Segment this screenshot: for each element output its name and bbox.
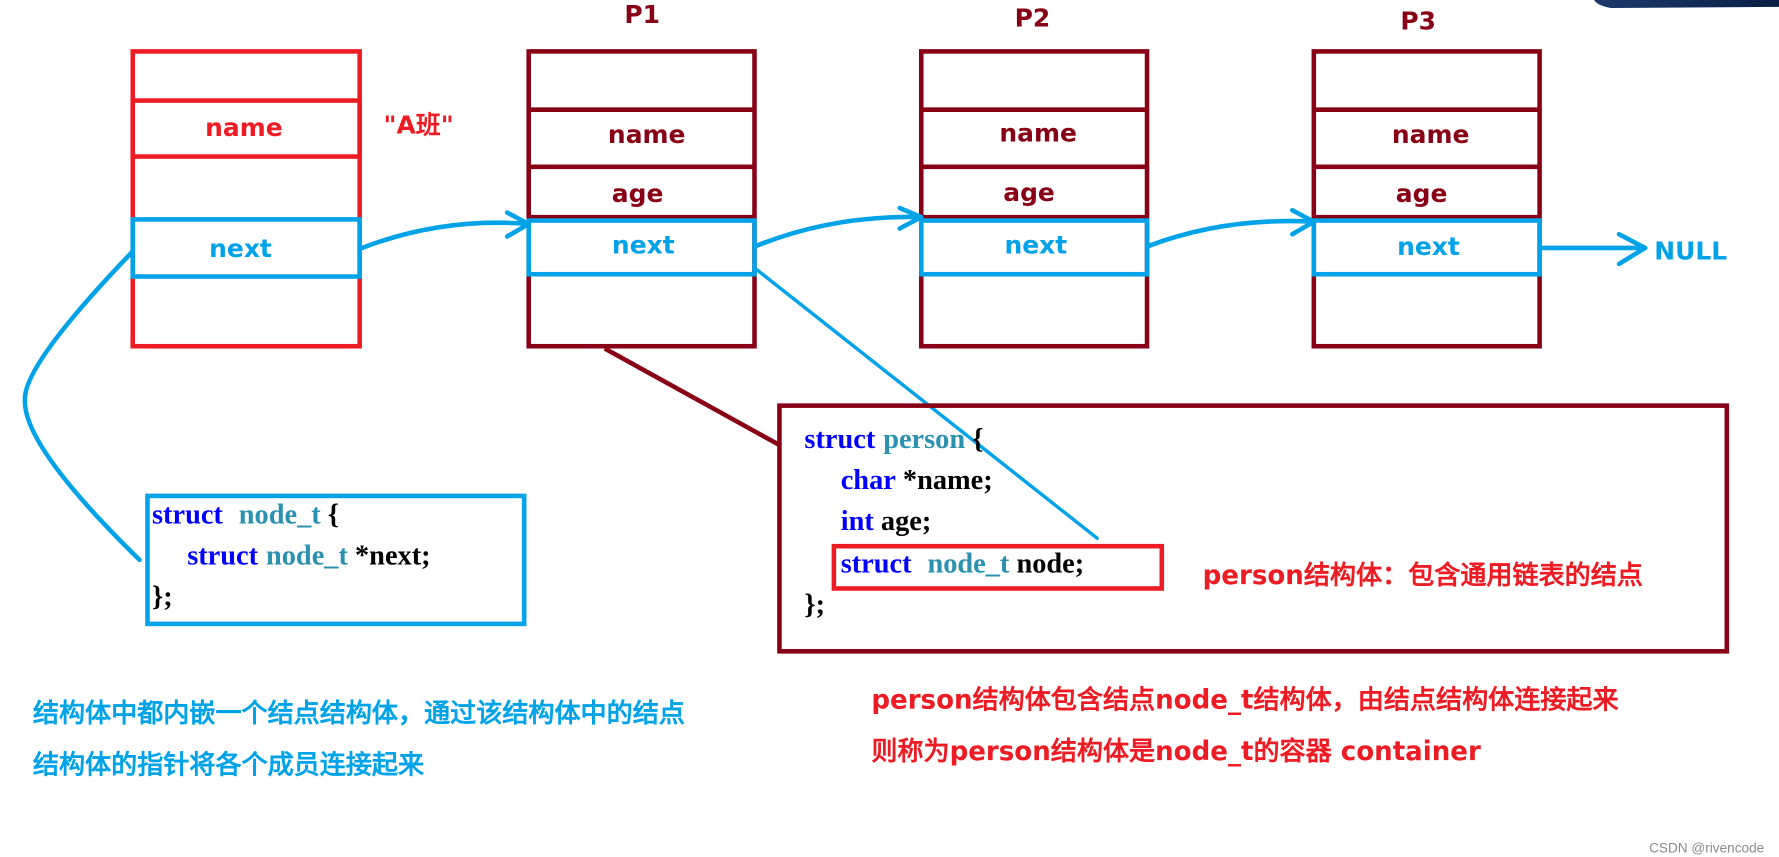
- null-label: NULL: [1654, 236, 1727, 265]
- code-line: int age;: [841, 506, 932, 537]
- node-title: P3: [1400, 7, 1436, 36]
- code-type: person: [883, 424, 965, 455]
- link-arrow-head-to-p1: [359, 220, 531, 251]
- code-line: char *name;: [841, 465, 993, 496]
- linked-list-diagram: name next "A班" P1 name age next P2 name …: [22, 0, 1779, 855]
- caption-right-line1: person结构体包含结点node_t结构体，由结点结构体连接起来: [871, 684, 1619, 715]
- node-age-label: age: [1003, 178, 1055, 207]
- link-arrow-p2-to-p3: [1147, 218, 1317, 248]
- node-age-label: age: [612, 179, 664, 208]
- caption-right-line2: 则称为person结构体是node_t的容器 container: [871, 736, 1481, 767]
- code-keyword: struct: [804, 424, 875, 455]
- node_t-struct-box: struct node_t { struct node_t *next; };: [145, 493, 527, 627]
- node-next-label: next: [1005, 231, 1068, 260]
- node-age-label: age: [1396, 179, 1448, 208]
- watermark: CSDN @rivencode: [1649, 840, 1764, 855]
- banner-fragment: [1594, 0, 1779, 8]
- code-line: };: [152, 582, 173, 613]
- node-name-label: name: [1392, 120, 1470, 149]
- code-keyword: char: [841, 465, 896, 496]
- code-type: node_t: [239, 499, 321, 530]
- code-line: struct person {: [804, 424, 983, 455]
- code-line: struct node_t node;: [841, 548, 1084, 579]
- node-next-label: next: [1397, 232, 1460, 261]
- node-p2: P2 name age next: [918, 3, 1150, 349]
- link-arrow-p1-to-p2: [754, 214, 924, 248]
- code-type: node_t: [927, 548, 1009, 579]
- node-next-label: next: [612, 231, 675, 260]
- head-next-label: next: [209, 234, 272, 263]
- code-line: };: [804, 590, 825, 621]
- caption-left-line2: 结构体的指针将各个成员连接起来: [33, 750, 425, 781]
- node-p3: P3 name age next: [1311, 7, 1542, 349]
- code-line: struct node_t {: [152, 499, 339, 530]
- caption-left-line1: 结构体中都内嵌一个结点结构体，通过该结构体中的结点: [33, 698, 685, 729]
- head-node: name next: [130, 49, 362, 349]
- head-name-value: "A班": [383, 111, 453, 140]
- code-keyword: int: [841, 506, 875, 537]
- connector-p1-to-person-struct: [603, 346, 782, 448]
- node-title: P2: [1015, 3, 1051, 32]
- connector-head-next-to-node_t: [22, 249, 142, 563]
- code-line: struct node_t *next;: [187, 540, 430, 571]
- node-name-label: name: [608, 120, 686, 149]
- person-struct-box: struct person { char *name; int age; stru…: [777, 403, 1730, 654]
- code-type: node_t: [266, 540, 348, 571]
- node-name-label: name: [999, 119, 1077, 148]
- person-note: person结构体：包含通用链表的结点: [1203, 560, 1643, 591]
- head-name-label: name: [205, 113, 283, 142]
- node-title: P1: [624, 0, 660, 29]
- code-keyword: struct: [841, 548, 912, 579]
- code-keyword: struct: [187, 540, 258, 571]
- node-p1: P1 name age next: [526, 0, 757, 349]
- code-keyword: struct: [152, 499, 223, 530]
